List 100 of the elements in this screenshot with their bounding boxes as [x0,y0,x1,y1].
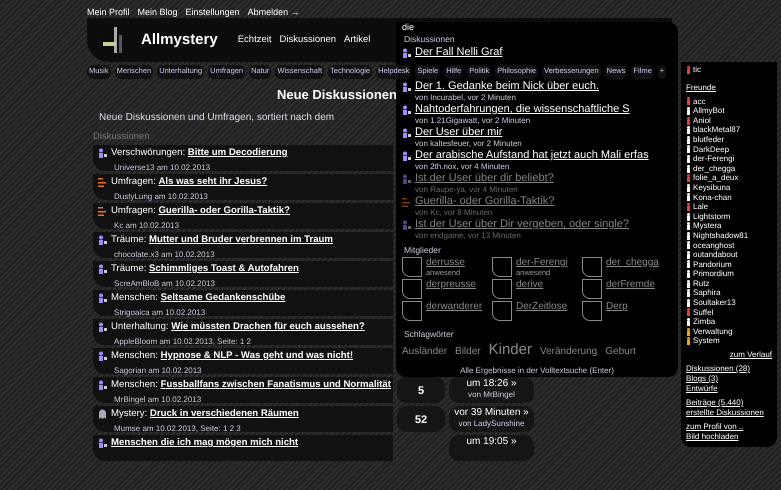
friend-link[interactable]: Aniol [693,116,711,126]
member-link[interactable]: Derp [606,301,628,313]
friend-link[interactable]: DarkDeep [693,144,730,154]
friend-link[interactable]: AllmyBot [693,106,725,116]
discussion-title[interactable]: Menschen: Hypnose & NLP - Was geht und was nicht! [111,349,354,362]
nav-link[interactable]: Echtzeit [238,32,272,48]
discussion-title[interactable]: Menschen: Seltsame Gedankenschübe [111,291,286,304]
last-reply-link[interactable]: vor 39 Minuten » [449,407,534,419]
person-icon [98,351,107,361]
tag-link[interactable]: Geburt [605,344,636,359]
member-link[interactable]: derpreusse [426,279,476,291]
profile-link[interactable]: Beiträge (5.440) [686,398,772,408]
reply-count: 52 [397,406,445,432]
friend-link[interactable]: Primordium [693,269,734,279]
friend-link[interactable]: Verwaltung [693,326,733,336]
discussion-title[interactable]: Menschen: Fussballfans zwischen Fanatismus und Normalität [111,378,391,391]
search-result-link[interactable]: Der 1. Gedanke beim Nick über euch. [415,80,600,93]
last-reply-author: von MrBingel [467,390,516,400]
friend-link[interactable]: Pandorium [693,260,732,270]
poll-icon [98,177,107,187]
avatar-placeholder [402,279,422,299]
friend-link[interactable]: outandabout [693,250,738,260]
last-reply-link[interactable]: um 18:26 » [449,378,534,390]
search-result-link[interactable]: Ist der User über dir beliebt? [415,172,554,185]
friend-link[interactable]: der-Ferengi [693,154,734,164]
friend-link[interactable]: Lale [693,202,708,212]
friend-link[interactable]: Kona-chan [693,192,732,202]
avatar-placeholder [582,257,602,277]
search-result-meta: von Incurabel, vor 2 Minuten [415,93,516,102]
search-result-link[interactable]: Der User über mir [415,126,502,139]
person-icon [402,82,411,92]
top-link[interactable]: Einstellungen [186,7,240,17]
friend-link[interactable]: Suffel [693,308,714,318]
discussion-meta: Mumse am 10.02.2013, Seite: 1 2 3 [114,424,241,434]
nav-link[interactable]: Diskussionen [280,32,336,48]
person-icon [402,48,411,58]
search-result-link[interactable]: Ist der User über Dir vergeben, oder single? [415,218,629,231]
tag-link[interactable]: Veränderung [540,344,598,359]
search-result-link[interactable]: Der Fall Nelli Graf [415,46,502,59]
page-heading: Neue Diskussionen [277,87,397,103]
discussion-title[interactable]: Menschen die ich mag mögen mich nicht [111,436,298,449]
member-link[interactable]: derFremde [606,279,655,291]
friend-link[interactable]: Lightstorm [693,212,730,222]
discussion-title[interactable]: Umfragen: Guerilla- oder Gorilla-Taktik? [111,204,290,217]
profile-link[interactable]: zum Profil von .. [686,422,772,432]
search-result-meta: von kaltesfeuer, vor 2 Minuten [415,139,522,148]
member-link[interactable]: DerZeitlose [516,301,568,313]
profile-link[interactable]: Blogs (3) [686,374,772,384]
tag-link[interactable]: Kinder [488,339,532,362]
friend-link[interactable]: Soultaker13 [693,298,736,308]
discussion-title[interactable]: Mystery: Druck in verschiedenen Räumen [111,407,299,420]
friend-link[interactable]: Nightshadow81 [693,230,748,240]
discussion-title[interactable]: Träume: Schimmliges Toast & Autofahren [111,262,299,275]
nav-link[interactable]: Artikel [344,32,370,48]
history-link[interactable]: zum Verlauf [686,350,772,360]
search-result-link[interactable]: Der arabische Aufstand hat jetzt auch Mali erfas [415,149,649,162]
friend-link[interactable]: folie_a_deux [693,173,738,183]
friend-link[interactable]: acc [693,96,706,106]
search-result-link[interactable]: Nahtoderfahrungen, die wissenschaftliche S [415,103,630,116]
last-reply-link[interactable]: um 19:05 » [449,436,534,448]
top-link[interactable]: Mein Blog [138,7,178,17]
search-result-meta: von 2th.nox, vor 4 Minuten [415,162,510,171]
tag-link[interactable]: Bilder [455,344,481,359]
friend-link[interactable]: Keysibuna [693,182,730,193]
discussion-title[interactable]: Träume: Mutter und Bruder verbrennen im Traum [111,233,333,246]
search-field[interactable]: die [402,22,482,33]
friend-link[interactable]: der_chegga [693,164,736,174]
profile-link[interactable]: erstellte Diskussionen [686,408,772,418]
member-link[interactable]: der-Ferengi [516,257,568,269]
discussion-title[interactable]: Verschwörungen: Bitte um Decodierung [111,146,288,159]
person-icon [402,220,411,230]
profile-link[interactable]: Diskussionen (28) [686,364,772,374]
profile-link[interactable]: Entwürfe [686,384,772,394]
site-name[interactable]: Allmystery [141,28,218,52]
person-icon [402,105,411,115]
member-link[interactable]: derwanderer [426,301,482,313]
member-link[interactable]: derrusse [426,257,465,269]
friend-link[interactable]: Zimba [693,317,716,327]
friend-link[interactable]: Rutz [693,278,710,288]
friend-link[interactable]: Saphira [693,288,721,298]
friend-link[interactable]: System [693,336,720,346]
member-link[interactable]: der_chegga [606,257,659,269]
avatar-placeholder [582,279,602,299]
discussion-title[interactable]: Umfragen: Als was seht ihr Jesus? [111,175,268,188]
discussion-meta: ScreAmBloB am 10.02.2013 [114,279,215,289]
friend-link[interactable]: Mystera [693,221,722,231]
friend-link[interactable]: oceanghost [693,240,734,250]
friend-link[interactable]: tic [693,65,701,75]
member-link[interactable]: derive [516,279,544,291]
search-result-link[interactable]: Guerilla- oder Gorilla-Taktik? [415,195,554,208]
friend-link[interactable]: blackMetal87 [693,125,740,135]
search-result-meta: von Raupe-ya, vor 4 Minuten [415,185,518,194]
discussion-meta: Strigoaica am 10.02.2013 [114,308,206,318]
friend-link[interactable]: blutfeder [693,134,724,145]
top-link[interactable]: Mein Profil [87,7,130,17]
discussion-title[interactable]: Unterhaltung: Wie müssten Drachen für euch aussehen? [111,320,365,333]
friends-heading-link[interactable]: Freunde [686,82,772,93]
top-link[interactable]: Abmelden → [248,7,300,17]
profile-link[interactable]: Bild hochladen [686,432,772,442]
tag-link[interactable]: Ausländer [402,344,448,359]
